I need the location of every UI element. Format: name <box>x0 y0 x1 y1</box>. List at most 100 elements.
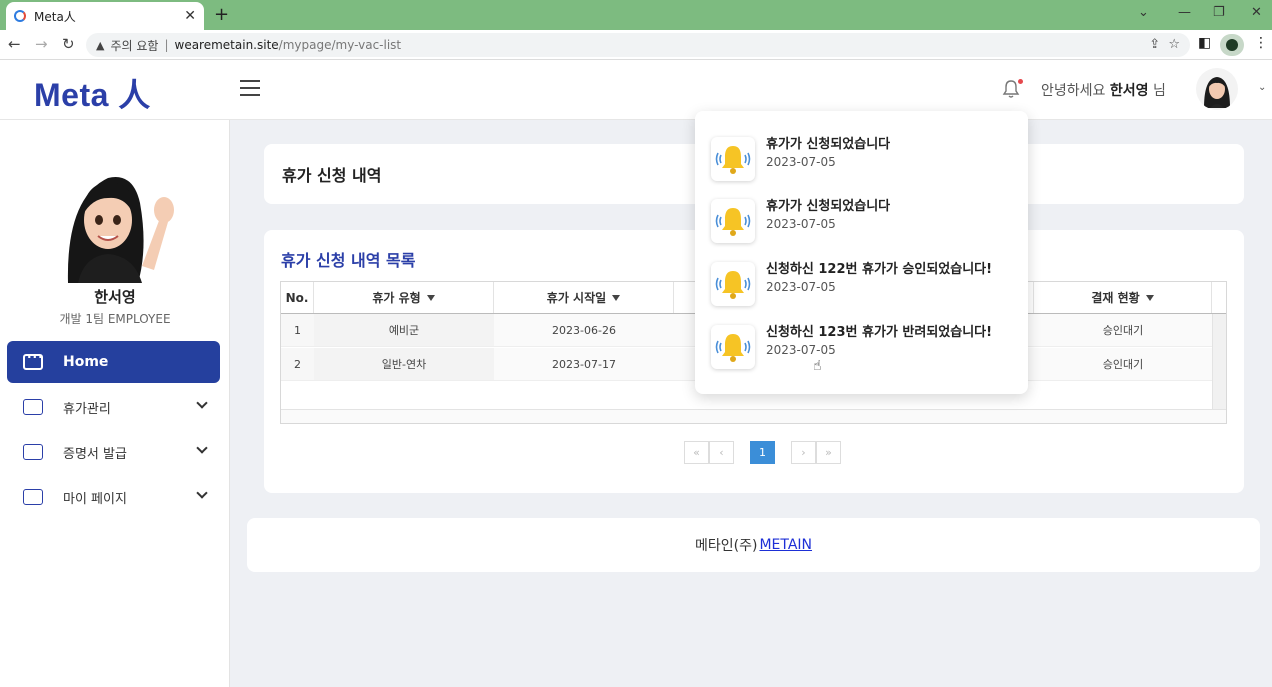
greeting-prefix: 안녕하세요 <box>1041 83 1110 99</box>
bell-notification-icon <box>711 199 755 243</box>
cell-type: 예비군 <box>314 314 494 346</box>
prev-page-button[interactable]: ‹ <box>709 441 734 464</box>
new-tab-button[interactable]: + <box>214 4 229 25</box>
tab-title: Meta人 <box>34 9 76 24</box>
cell-status: 승인대기 <box>1034 314 1212 346</box>
chevron-down-icon[interactable]: ⌄ <box>1258 82 1266 93</box>
notification-date: 2023-07-05 <box>766 343 836 357</box>
address-separator: | <box>164 38 169 52</box>
cell-no: 2 <box>281 348 314 380</box>
sidebar-item-mypage[interactable]: 마이 페이지 <box>7 477 220 517</box>
page-1-button[interactable]: 1 <box>750 441 775 464</box>
last-page-button[interactable]: » <box>816 441 841 464</box>
notification-title: 휴가가 신청되었습니다 <box>766 137 891 152</box>
side-panel-icon[interactable]: ◧ <box>1198 35 1211 51</box>
notification-date: 2023-07-05 <box>766 280 836 294</box>
cell-start: 2023-06-26 <box>494 314 674 346</box>
greeting: 안녕하세요 한서영 님 <box>1041 80 1166 100</box>
menu-icon <box>23 399 43 415</box>
footer-company: 메타인(주) <box>694 538 758 554</box>
sidebar: 한서영 개발 1팀 EMPLOYEE Home 휴가관리 증명서 발급 마이 페… <box>0 120 230 687</box>
menu-icon <box>23 444 43 460</box>
address-bar-row: ← → ↻ ▲ 주의 요함 | wearemetain.site /mypage… <box>0 30 1272 60</box>
tab-close-icon[interactable]: ✕ <box>184 8 196 24</box>
notification-item[interactable]: 신청하신 123번 휴가가 반려되었습니다! 2023-07-05 <box>711 321 1011 371</box>
browser-menu-icon[interactable]: ⋮ <box>1254 35 1268 51</box>
bell-icon[interactable] <box>1002 79 1023 104</box>
favicon-icon <box>14 10 26 22</box>
first-page-button[interactable]: « <box>684 441 709 464</box>
notification-title: 신청하신 122번 휴가가 승인되었습니다! <box>766 262 993 277</box>
column-header-no[interactable]: No. <box>281 282 314 313</box>
forward-icon[interactable]: → <box>35 35 48 53</box>
notification-date: 2023-07-05 <box>766 155 836 169</box>
warning-icon: ▲ <box>96 38 105 52</box>
sidebar-item-certificate[interactable]: 증명서 발급 <box>7 432 220 472</box>
security-label: 주의 요함 <box>110 38 159 53</box>
browser-tabbar: Meta人 ✕ + ⌄ — ❐ ✕ <box>0 0 1272 30</box>
cell-no: 1 <box>281 314 314 346</box>
page-title: 휴가 신청 내역 <box>282 166 382 185</box>
grid-footer <box>281 409 1226 423</box>
reload-icon[interactable]: ↻ <box>62 35 75 53</box>
pagination: « ‹ 1 › » <box>684 441 841 464</box>
column-header-start[interactable]: 휴가 시작일 <box>494 282 674 313</box>
url-host: wearemetain.site <box>174 38 279 52</box>
browser-profile-avatar[interactable] <box>1220 34 1244 56</box>
filter-icon[interactable] <box>426 294 435 301</box>
bell-notification-icon <box>711 325 755 369</box>
chat-icon <box>23 350 44 370</box>
column-header-status[interactable]: 결재 현황 <box>1034 282 1212 313</box>
chevron-down-icon <box>196 397 208 409</box>
logo[interactable]: Meta 人 <box>34 70 151 116</box>
menu-icon <box>23 489 43 505</box>
app-header: Meta 人 안녕하세요 한서영 님 ⌄ <box>0 60 1272 120</box>
greeting-suffix: 님 <box>1148 83 1166 99</box>
greeting-user-name: 한서영 <box>1109 83 1149 99</box>
close-window-button[interactable]: ✕ <box>1251 5 1262 20</box>
address-bar[interactable]: ▲ 주의 요함 | wearemetain.site /mypage/my-va… <box>86 33 1190 57</box>
profile-role: 개발 1팀 EMPLOYEE <box>59 312 171 326</box>
notification-date: 2023-07-05 <box>766 217 836 231</box>
pointer-cursor-icon: ☝ <box>813 358 822 374</box>
sidebar-item-label: 증명서 발급 <box>63 446 127 462</box>
browser-tab[interactable]: Meta人 ✕ <box>6 2 204 30</box>
bookmark-star-icon[interactable]: ⇪ ☆ <box>1149 37 1180 52</box>
grid-scrollbar[interactable] <box>1212 314 1226 409</box>
notification-title: 휴가가 신청되었습니다 <box>766 199 891 214</box>
url-path: /mypage/my-vac-list <box>278 38 402 52</box>
bell-notification-icon <box>711 137 755 181</box>
bell-notification-icon <box>711 262 755 306</box>
avatar[interactable] <box>1196 68 1238 110</box>
restore-button[interactable]: ❐ <box>1213 5 1225 20</box>
minimize-button[interactable]: — <box>1178 5 1191 20</box>
sidebar-item-home[interactable]: Home <box>7 341 220 383</box>
profile-name: 한서영 <box>94 288 136 306</box>
sidebar-item-label: 마이 페이지 <box>63 491 127 507</box>
back-icon[interactable]: ← <box>8 35 21 53</box>
notification-title: 신청하신 123번 휴가가 반려되었습니다! <box>766 325 993 340</box>
hamburger-icon[interactable] <box>240 80 260 96</box>
notification-dropdown: 휴가가 신청되었습니다 2023-07-05 휴가가 신청되었습니다 2023-… <box>695 111 1028 394</box>
column-header-type[interactable]: 휴가 유형 <box>314 282 494 313</box>
next-page-button[interactable]: › <box>791 441 816 464</box>
footer-link[interactable]: METAIN <box>759 537 812 553</box>
profile-picture <box>58 158 178 283</box>
sidebar-item-label: 휴가관리 <box>63 401 111 417</box>
footer: 메타인(주) METAIN <box>247 518 1260 572</box>
chevron-down-icon <box>196 487 208 499</box>
notification-item[interactable]: 신청하신 122번 휴가가 승인되었습니다! 2023-07-05 <box>711 258 1011 308</box>
list-title: 휴가 신청 내역 목록 <box>281 251 416 270</box>
cell-start: 2023-07-17 <box>494 348 674 380</box>
notification-item[interactable]: 휴가가 신청되었습니다 2023-07-05 <box>711 133 1011 183</box>
filter-icon[interactable] <box>612 294 621 301</box>
tab-search-icon[interactable]: ⌄ <box>1138 5 1149 20</box>
filter-icon[interactable] <box>1145 294 1154 301</box>
chevron-down-icon <box>196 442 208 454</box>
notification-dot <box>1018 79 1023 84</box>
cell-type: 일반-연차 <box>314 348 494 380</box>
sidebar-item-label: Home <box>63 354 109 370</box>
notification-item[interactable]: 휴가가 신청되었습니다 2023-07-05 <box>711 195 1011 245</box>
sidebar-item-vacation[interactable]: 휴가관리 <box>7 387 220 427</box>
cell-status: 승인대기 <box>1034 348 1212 380</box>
